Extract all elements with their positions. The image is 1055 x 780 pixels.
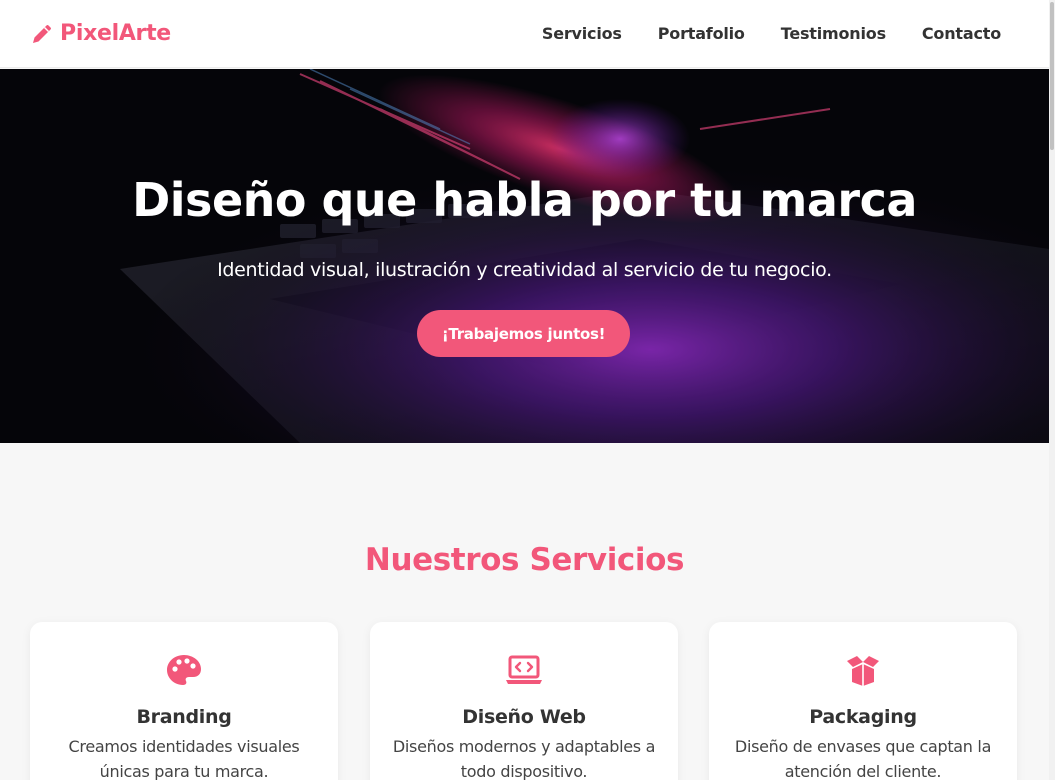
hero-content: Diseño que habla por tu marca Identidad … [0, 69, 1049, 443]
card-title: Packaging [809, 706, 917, 728]
laptop-code-icon [504, 652, 544, 688]
box-open-icon [843, 652, 883, 688]
nav-link-servicios[interactable]: Servicios [542, 24, 622, 43]
service-card-branding: Branding Creamos identidades visuales ún… [30, 622, 338, 780]
main-nav: Servicios Portafolio Testimonios Contact… [542, 24, 1001, 43]
service-card-packaging: Packaging Diseño de envases que captan l… [709, 622, 1017, 780]
services-title: Nuestros Servicios [364, 542, 685, 578]
hero-subtitle: Identidad visual, ilustración y creativi… [217, 259, 832, 281]
logo[interactable]: PixelArte [30, 21, 171, 46]
service-card-diseno-web: Diseño Web Diseños modernos y adaptables… [370, 622, 678, 780]
card-title: Diseño Web [462, 706, 586, 728]
site-header: PixelArte Servicios Portafolio Testimoni… [0, 0, 1049, 68]
logo-text: PixelArte [60, 21, 171, 46]
card-description: Diseños modernos y adaptables a todo dis… [392, 737, 656, 780]
pencil-icon [30, 22, 54, 46]
hero-title: Diseño que habla por tu marca [132, 173, 917, 227]
nav-link-testimonios[interactable]: Testimonios [781, 24, 886, 43]
nav-link-portafolio[interactable]: Portafolio [658, 24, 745, 43]
scrollbar-thumb[interactable] [1050, 2, 1054, 150]
palette-icon [164, 652, 204, 688]
card-title: Branding [136, 706, 232, 728]
cta-button[interactable]: ¡Trabajemos juntos! [417, 310, 630, 357]
card-description: Diseño de envases que captan la atención… [734, 737, 992, 780]
page-scrollbar[interactable] [1049, 0, 1055, 780]
nav-link-contacto[interactable]: Contacto [922, 24, 1001, 43]
hero-section: Diseño que habla por tu marca Identidad … [0, 69, 1049, 443]
card-description: Creamos identidades visuales únicas para… [68, 737, 300, 780]
